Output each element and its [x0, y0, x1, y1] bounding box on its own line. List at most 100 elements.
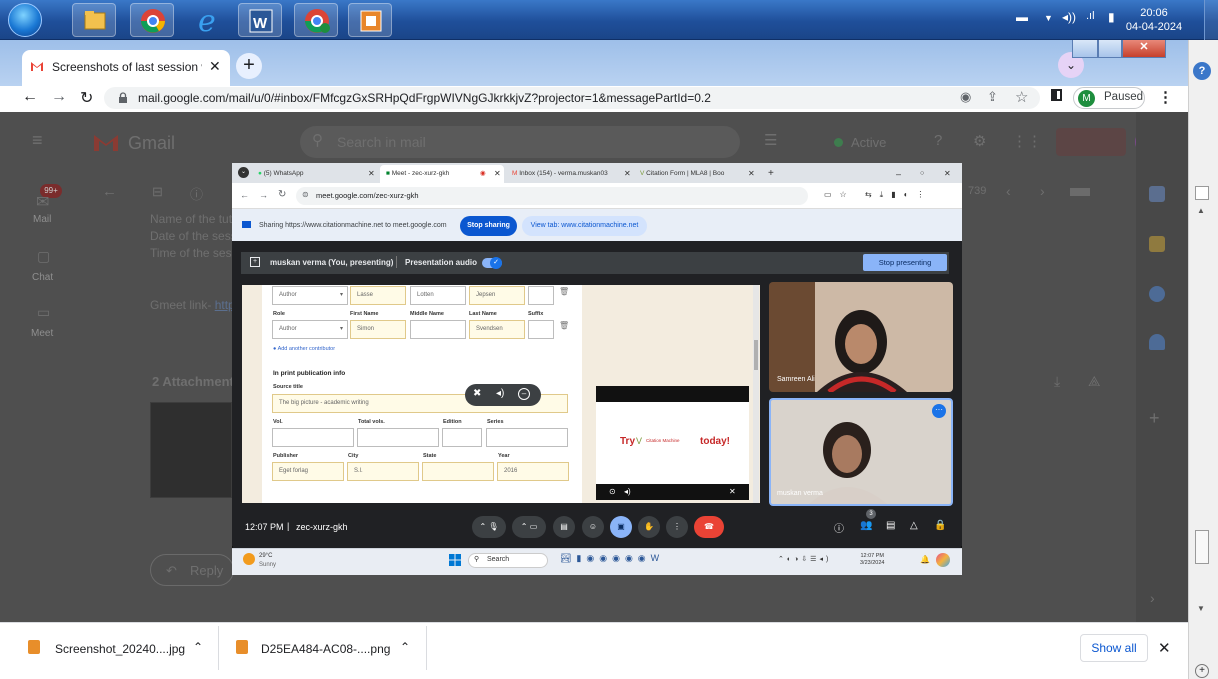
monitor-icon[interactable]: ▬ [1016, 10, 1028, 24]
meet-reload-icon[interactable]: ↻ [278, 189, 286, 200]
meet-minimize-icon[interactable]: – [896, 165, 901, 183]
word-taskbar-button[interactable]: W [238, 3, 282, 37]
meeting-details-icon[interactable]: ⓘ [834, 520, 844, 535]
show-all-button[interactable]: Show all [1080, 634, 1148, 662]
chrome-profile-taskbar-button[interactable] [294, 3, 338, 37]
office-taskbar-button[interactable] [348, 3, 392, 37]
more-options-button[interactable]: ⋮ [666, 516, 688, 538]
copilot-icon[interactable] [936, 553, 950, 567]
download-all-icon[interactable]: ⤓ [1054, 373, 1060, 390]
forward-button[interactable]: → [51, 88, 67, 106]
pin-off-icon[interactable]: ✖ [473, 388, 481, 399]
add-contributor-link[interactable]: ● Add another contributor [273, 346, 335, 352]
year-field[interactable]: 2016 [497, 462, 569, 481]
embedded-clock[interactable]: 12:07 PM 3/23/2024 [860, 553, 884, 567]
active-status[interactable]: Active [851, 135, 886, 150]
ad-close-icon[interactable]: ✕ [729, 487, 736, 496]
role-select-2[interactable]: Author ▾ [272, 320, 348, 339]
download-item-1-name[interactable]: Screenshot_20240....jpg [55, 642, 185, 656]
meet-new-tab-icon[interactable]: + [768, 165, 774, 183]
microphone-button[interactable]: ⌃ 🎙 [472, 516, 506, 538]
stop-sharing-button[interactable]: Stop sharing [460, 216, 517, 236]
meet-tab-close-3-icon[interactable]: ✕ [624, 165, 631, 183]
reload-button[interactable]: ↻ [80, 88, 93, 108]
nav-meet-label[interactable]: Meet [31, 328, 53, 339]
chat-icon[interactable]: ▤ [886, 520, 895, 531]
raise-hand-button[interactable]: ✋ [638, 516, 660, 538]
first-name-field-2[interactable]: Simon [350, 320, 406, 339]
view-tab-button[interactable]: View tab: www.citationmachine.net [522, 216, 647, 236]
internet-explorer-taskbar-button[interactable]: e [186, 3, 230, 37]
meet-toolbar-icons[interactable]: ▭☆ ⇆⤓▮◐⋮ [824, 190, 932, 200]
meet-tab-meet[interactable]: ■ Meet - zec-xurz-gkh [386, 165, 482, 183]
publisher-field[interactable]: Eget forlag [272, 462, 344, 481]
emoji-button[interactable]: ☺ [582, 516, 604, 538]
minimize-button[interactable] [1072, 40, 1098, 58]
battery-icon[interactable]: ▮ [1108, 10, 1115, 24]
edition-field[interactable] [442, 428, 482, 447]
delete-contributor-2-icon[interactable]: 🗑 [559, 321, 569, 330]
maximize-button[interactable] [1098, 40, 1122, 58]
hamburger-menu-icon[interactable]: ≡ [32, 130, 43, 151]
meet-tab-close-4-icon[interactable]: ✕ [748, 165, 755, 183]
nav-mail-label[interactable]: Mail [33, 214, 51, 225]
keep-icon[interactable] [1149, 236, 1165, 252]
ad-pause-icon[interactable]: ⊙ [609, 487, 616, 496]
search-options-icon[interactable]: ☰ [764, 131, 777, 149]
newer-icon[interactable]: ‹ [1006, 183, 1011, 199]
meet-tab-close-2-icon[interactable]: ✕ [494, 165, 501, 183]
windows-start-icon[interactable] [449, 554, 461, 566]
meet-tab-dropdown-icon[interactable]: ⌄ [238, 167, 249, 178]
help-circle-icon[interactable]: ? [1193, 62, 1211, 80]
settings-gear-icon[interactable]: ⚙ [973, 132, 986, 150]
download-item-2-name[interactable]: D25EA484-AC08-....png [261, 642, 390, 656]
nav-chat-label[interactable]: Chat [32, 272, 53, 283]
eye-icon[interactable]: ◉ [960, 89, 971, 105]
scroll-up-icon[interactable]: ▲ [1197, 206, 1205, 215]
meet-tab-whatsapp[interactable]: ● (5) WhatsApp [258, 165, 368, 183]
bookmark-star-icon[interactable]: ☆ [1015, 88, 1028, 106]
embedded-taskbar-apps-icon[interactable]: 🏞▮◉◉◉◉◉W [560, 553, 664, 564]
total-vols-field[interactable] [357, 428, 439, 447]
input-tools-icon[interactable] [1070, 188, 1090, 196]
leave-call-button[interactable]: ☎ [694, 516, 724, 538]
add-to-drive-icon[interactable]: ⟁ [1088, 373, 1101, 390]
suffix-field-1[interactable] [528, 286, 554, 305]
meet-tab-citation[interactable]: V Citation Form | MLA8 | Boo [640, 165, 740, 183]
people-icon[interactable]: 👥 [860, 520, 872, 531]
mail-nav-icon[interactable]: ✉ [36, 192, 49, 212]
system-clock[interactable]: 20:06 04-04-2024 [1124, 6, 1184, 34]
delete-contributor-1-icon[interactable]: 🗑 [559, 287, 569, 296]
host-controls-icon[interactable]: 🔒 [934, 520, 946, 531]
meet-nav-icon[interactable]: ▭ [37, 304, 50, 321]
role-select-1[interactable]: Author ▾ [272, 286, 348, 305]
meet-tab-close-1-icon[interactable]: ✕ [368, 165, 375, 183]
activities-icon[interactable]: △ [910, 520, 918, 531]
scroll-thumb[interactable] [1195, 530, 1209, 564]
last-name-field-2[interactable]: Svendsen [469, 320, 525, 339]
tray-expand-icon[interactable]: ▼ [1044, 13, 1053, 23]
chat-nav-icon[interactable]: ▢ [37, 248, 50, 265]
middle-name-field-2[interactable] [410, 320, 466, 339]
scroll-resize-icon[interactable] [1195, 186, 1209, 200]
back-to-inbox-icon[interactable]: ← [102, 183, 117, 200]
first-name-field-1[interactable]: Lasse [350, 286, 406, 305]
meet-forward-icon[interactable]: → [259, 190, 268, 200]
captions-button[interactable]: ▤ [553, 516, 575, 538]
embedded-notification-icon[interactable]: 🔔 [920, 555, 930, 564]
new-tab-button[interactable]: + [236, 53, 262, 79]
meet-restore-icon[interactable]: ○ [920, 165, 924, 183]
share-icon[interactable]: ⇪ [987, 89, 998, 105]
download-1-chevron-up-icon[interactable]: ⌃ [193, 640, 203, 654]
tasks-icon[interactable] [1149, 286, 1165, 302]
help-icon[interactable]: ? [934, 132, 942, 149]
back-button[interactable]: ← [22, 88, 38, 106]
right-scrollbar[interactable] [1188, 40, 1218, 679]
camera-button[interactable]: ⌃ ▭ [512, 516, 546, 538]
vol-field[interactable] [272, 428, 354, 447]
meet-back-icon[interactable]: ← [240, 190, 249, 200]
ad-mute-icon[interactable]: ◂) [624, 487, 631, 496]
meet-close-icon[interactable]: ✕ [944, 165, 951, 183]
middle-name-field-1[interactable]: Lotten [410, 286, 466, 305]
scroll-down-icon[interactable]: ▼ [1197, 604, 1205, 613]
